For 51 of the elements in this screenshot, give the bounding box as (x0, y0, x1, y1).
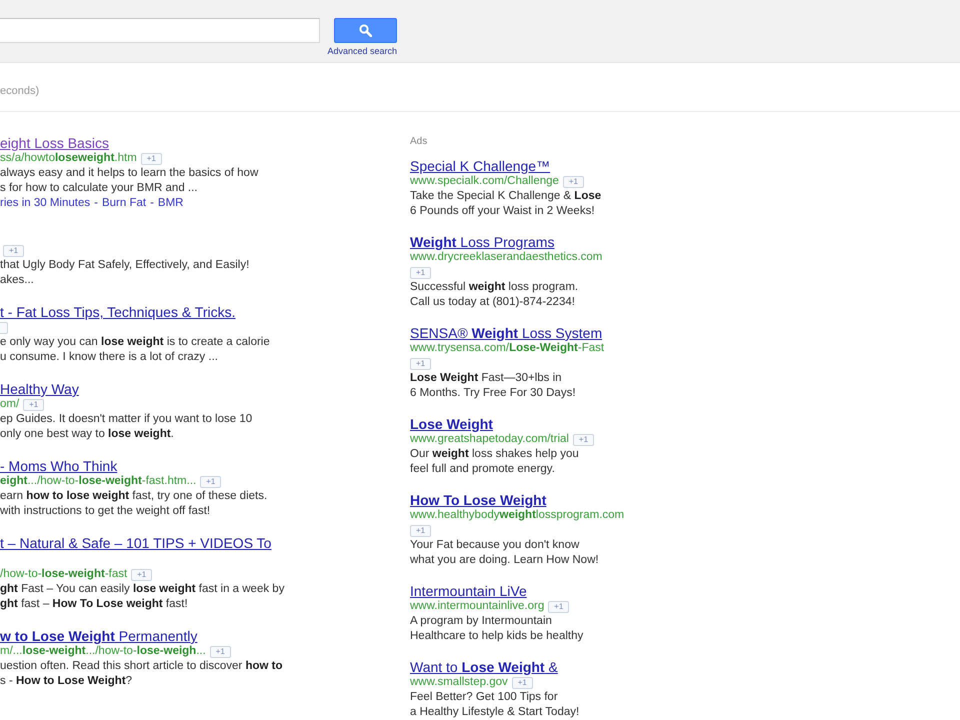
result-snippet: uestion often. Read this short article to discover how to s - How to Lose Weight? (0, 659, 283, 689)
ad-title-link[interactable]: Special K Challenge™ (410, 158, 550, 174)
result-url: m/...lose-weight.../how-to-lose-weigh... (0, 644, 206, 659)
result-title-link[interactable]: t - Fat Loss Tips, Techniques & Tricks. (0, 304, 236, 320)
result-title-link[interactable]: t – Natural & Safe – 101 TIPS + VIDEOS To (0, 535, 272, 567)
ad-snippet: Successful weight loss program. Call us today at (801)-874-2234! (410, 280, 578, 310)
ad-snippet: Lose Weight Fast—30+lbs in 6 Months. Try Free For 30 Days! (410, 371, 576, 401)
ad-url: www.greatshapetoday.com/trial (410, 432, 569, 447)
sitelink[interactable]: Burn Fat (102, 196, 146, 211)
ad-url: www.healthybodyweightlossprogram.com (410, 508, 624, 523)
result-title-link[interactable]: w to Lose Weight Permanently (0, 628, 198, 644)
ad-snippet: Your Fat because you don't know what you are doing. Learn How Now! (410, 538, 599, 568)
ad-url: www.specialk.com/Challenge (410, 174, 559, 189)
result-snippet: ep Guides. It doesn't matter if you want to lose 10 only one best way to lose weight. (0, 412, 252, 442)
result-snippet: that Ugly Body Fat Safely, Effectively, and Easily! akes... (0, 258, 250, 288)
ad-title-link[interactable]: Lose Weight (410, 416, 493, 432)
sitelink[interactable]: BMR (158, 196, 184, 211)
result-title-link[interactable]: eight Loss Basics (0, 135, 109, 151)
advanced-search-link[interactable]: Advanced search (327, 46, 397, 57)
ad-title-link[interactable]: How To Lose Weight (410, 492, 546, 508)
result-snippet: always easy and it helps to learn the basics of how s for how to calculate your BMR and ... (0, 166, 258, 196)
ad-snippet: Our weight loss shakes help you feel full and promote energy. (410, 447, 579, 477)
ads-label: Ads (410, 135, 428, 148)
result-url: /how-to-lose-weight-fast (0, 567, 128, 582)
result-title-link[interactable]: - Moms Who Think (0, 458, 118, 474)
sitelink-separator: - (94, 196, 98, 211)
search-icon (359, 24, 372, 37)
search-input[interactable] (0, 18, 320, 43)
sitelink-separator: - (150, 196, 154, 211)
ad-title-link[interactable]: Want to Lose Weight & (410, 659, 558, 675)
result-snippet: ght Fast – You can easily lose weight fast in a week by ght fast – How To Lose weight fast! (0, 582, 284, 612)
result-snippet: earn how to lose weight fast, try one of these diets. with instructions to get the weight off fast! (0, 489, 268, 519)
ad-url: www.trysensa.com/Lose-Weight-Fast (410, 341, 604, 356)
ad-title-link[interactable]: Weight Loss Programs (410, 234, 554, 250)
result-snippet: e only way you can lose weight is to create a calorie u consume. I know there is a lot of crazy ... (0, 335, 270, 365)
result-stats: econds) (0, 85, 40, 98)
result-url: eight.../how-to-lose-weight-fast.htm... (0, 474, 196, 489)
ad-title-link[interactable]: SENSA® Weight Loss System (410, 325, 602, 341)
sitelink[interactable]: ries in 30 Minutes (0, 196, 90, 211)
result-title-link[interactable]: Healthy Way (0, 381, 79, 397)
ad-url: www.smallstep.gov (410, 675, 508, 690)
ad-title-link[interactable]: Intermountain LiVe (410, 583, 527, 599)
result-url: om/ (0, 397, 20, 412)
ad-url: www.drycreeklaserandaesthetics.com (410, 250, 602, 265)
ad-snippet: Take the Special K Challenge & Lose 6 Pounds off your Waist in 2 Weeks! (410, 189, 602, 219)
ad-snippet: A program by Intermountain Healthcare to help kids be healthy (410, 614, 584, 644)
result-url: ss/a/howtoloseweight.htm (0, 151, 137, 166)
ad-snippet: Feel Better? Get 100 Tips for a Healthy Lifestyle & Start Today! (410, 690, 580, 720)
ad-url: www.intermountainlive.org (410, 599, 544, 614)
plus-one-button[interactable] (0, 322, 8, 334)
search-button[interactable] (334, 18, 397, 43)
